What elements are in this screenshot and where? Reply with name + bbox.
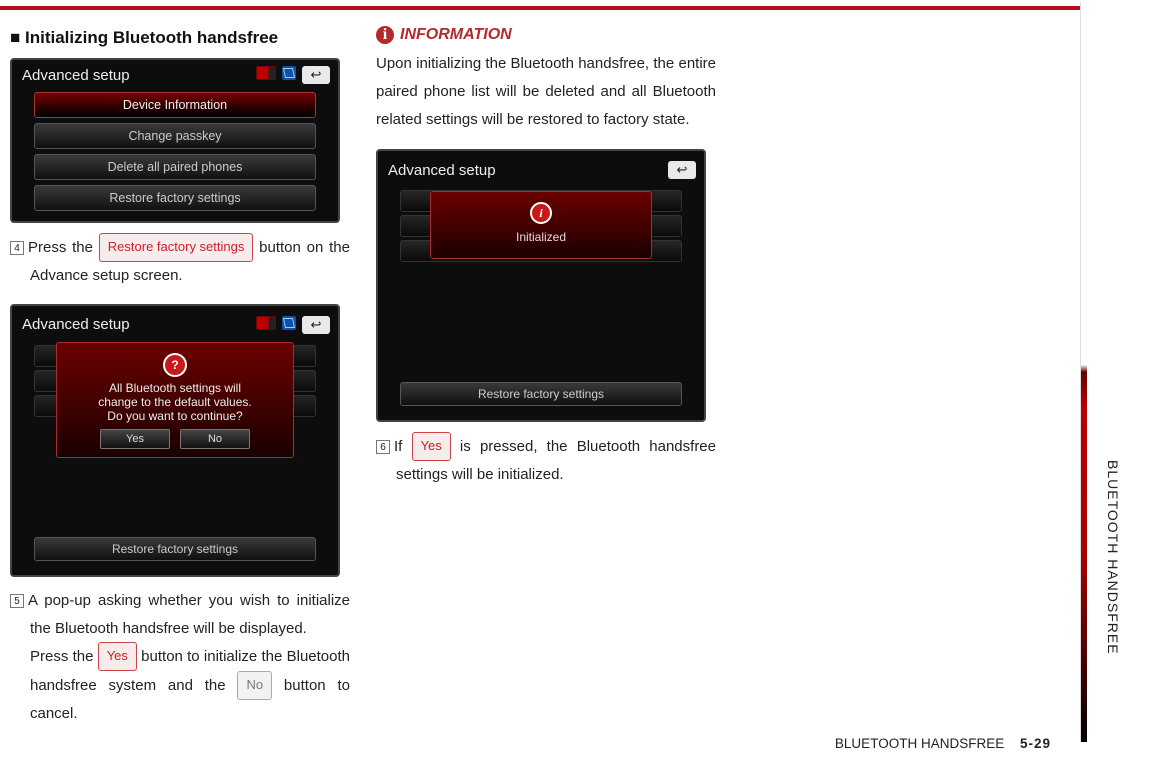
step-5-text-a: A pop-up asking whether you wish to init… [28,592,350,637]
section-heading: ■ Initializing Bluetooth handsfree [10,28,350,48]
yes-chip-2: Yes [412,432,451,461]
battery-icon [256,316,276,330]
popup-line-1: All Bluetooth settings will [65,381,285,395]
page-footer: BLUETOOTH HANDSFREE 5-29 [835,736,1051,751]
side-tab-label: BLUETOOTH HANDSFREE [1105,460,1121,655]
panel-title-2: Advanced setup [22,316,130,333]
menu-list: Device Information Change passkey Delete… [12,92,338,211]
panel-status-icons: ↩ [256,66,330,84]
panel-title: Advanced setup [22,67,130,84]
menu-change-passkey[interactable]: Change passkey [34,123,316,149]
panel-header-3: Advanced setup ↩ [378,155,704,187]
popup-no-button[interactable]: No [180,429,250,449]
step-number-5: 5 [10,594,24,608]
footer-label: BLUETOOTH HANDSFREE [835,736,1004,751]
top-rule [0,6,1083,10]
initialized-bottom-row: Restore factory settings [400,382,682,406]
panel-title-3: Advanced setup [388,162,496,179]
panel-status-icons-2: ↩ [256,316,330,334]
initialized-popup: i Initialized [430,191,652,259]
menu-device-information[interactable]: Device Information [34,92,316,118]
information-body: Upon initializing the Bluetooth handsfre… [376,50,716,133]
popup-line-2: change to the default values. [65,395,285,409]
step-5: 5 A pop-up asking whether you wish to ini… [10,587,350,728]
restore-factory-chip: Restore factory settings [99,233,254,262]
page-number: 5-29 [1020,736,1051,751]
battery-icon [256,66,276,80]
column-left: ■ Initializing Bluetooth handsfree Advan… [10,22,350,742]
menu-delete-paired[interactable]: Delete all paired phones [34,154,316,180]
step-number-4: 4 [10,241,24,255]
info-icon: i [376,26,394,44]
step-4: 4Press the Restore factory settings butt… [10,233,350,290]
popup-yes-button[interactable]: Yes [100,429,170,449]
panel-header: Advanced setup ↩ [12,60,338,92]
yes-chip: Yes [98,642,137,671]
step-6-text-a: If [394,438,412,455]
popup-line-3: Do you want to continue? [65,409,285,423]
back-icon[interactable]: ↩ [302,316,330,334]
bluetooth-icon [282,316,296,330]
info-ball-icon: i [530,202,552,224]
back-icon[interactable]: ↩ [668,161,696,179]
step-6: 6If Yes is pressed, the Bluetooth handsf… [376,432,716,489]
information-heading: i INFORMATION [376,26,716,44]
confirm-popup: ? All Bluetooth settings will change to … [56,342,294,458]
back-icon[interactable]: ↩ [302,66,330,84]
bluetooth-icon [282,66,296,80]
menu-restore-factory[interactable]: Restore factory settings [34,185,316,211]
page-columns: ■ Initializing Bluetooth handsfree Advan… [0,22,1060,742]
step-number-6: 6 [376,440,390,454]
column-right: i INFORMATION Upon initializing the Blue… [376,22,716,742]
popup-buttons: Yes No [65,429,285,449]
step-5-text-b1: Press the [30,648,98,665]
popup-bottom-row: Restore factory settings [34,537,316,561]
initialized-label: Initialized [439,230,643,244]
no-chip: No [237,671,272,700]
restore-confirm-panel: Advanced setup ↩ ? All Bluetooth setting… [10,304,340,577]
advanced-setup-panel: Advanced setup ↩ Device Information Chan… [10,58,340,223]
initialized-panel: Advanced setup ↩ i Initialized Restore f… [376,149,706,422]
step-4-text-a: Press the [28,239,99,256]
information-title: INFORMATION [400,26,512,44]
panel-header-2: Advanced setup ↩ [12,310,338,342]
question-icon: ? [163,353,187,377]
side-tab-stripe [1080,2,1087,742]
panel-status-icons-3: ↩ [668,161,696,179]
